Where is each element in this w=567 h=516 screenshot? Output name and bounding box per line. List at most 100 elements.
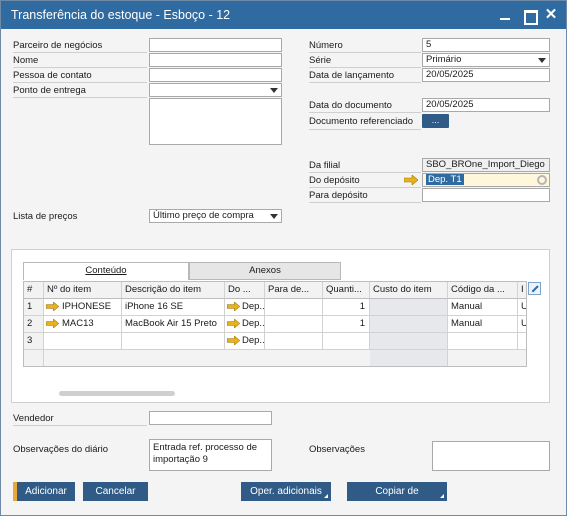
to-warehouse-cell[interactable] [265, 316, 323, 333]
quantity-cell[interactable]: 1 [323, 316, 370, 333]
item-cost-cell [370, 333, 448, 350]
from-warehouse-cell[interactable]: Dep... [225, 299, 265, 316]
row-divider [13, 97, 147, 98]
column-header[interactable]: Do ... [225, 282, 265, 299]
item-number-cell[interactable]: IPHONESE [44, 299, 122, 316]
to-warehouse-field[interactable] [422, 188, 550, 202]
row-divider [309, 129, 421, 130]
minimize-icon[interactable] [497, 7, 513, 23]
row-number[interactable]: 3 [24, 333, 44, 350]
row-number[interactable]: 2 [24, 316, 44, 333]
remarks-field[interactable] [432, 441, 550, 471]
tab-contents[interactable]: Conteúdo [23, 262, 189, 280]
item-cost-cell [370, 316, 448, 333]
price-list-label: Lista de preços [13, 211, 78, 222]
link-arrow-icon[interactable] [404, 175, 418, 185]
from-warehouse-cell-value: Dep... [242, 301, 265, 312]
column-header[interactable]: Quanti... [323, 282, 370, 299]
ship-to-select[interactable] [149, 83, 282, 97]
maximize-icon[interactable] [521, 7, 538, 25]
from-warehouse-cell-value: Dep... [242, 318, 265, 329]
contact-person-field[interactable] [149, 68, 282, 82]
item-cost-cell [370, 299, 448, 316]
price-list-select[interactable]: Último preço de compra [149, 209, 282, 223]
copy-from-label: Copiar de [375, 486, 419, 497]
column-header[interactable]: Descrição do item [122, 282, 225, 299]
corner-arrow-icon [324, 494, 328, 498]
cancel-button[interactable]: Cancelar [83, 482, 148, 501]
column-header[interactable]: Nº do item [44, 282, 122, 299]
horizontal-scrollbar[interactable] [59, 391, 175, 396]
row-number-filler [24, 350, 44, 366]
more-operations-label: Oper. adicionais [250, 486, 322, 497]
link-arrow-icon[interactable] [227, 319, 240, 328]
sales-employee-field[interactable] [149, 411, 272, 425]
ref-document-button[interactable]: ... [422, 114, 449, 128]
close-icon[interactable]: ✕ [543, 7, 559, 23]
item-description-cell[interactable]: MacBook Air 15 Preto [122, 316, 225, 333]
row-divider [309, 82, 421, 83]
series-select[interactable]: Primário [422, 53, 550, 67]
column-header[interactable]: Para de... [265, 282, 323, 299]
row-divider [309, 172, 421, 173]
tab-attachments[interactable]: Anexos [189, 262, 341, 280]
row-divider [13, 52, 147, 53]
title-bar[interactable]: Transferência do estoque - Esboço - 12 ✕ [1, 1, 566, 29]
name-field[interactable] [149, 53, 282, 67]
dropdown-icon [270, 214, 278, 219]
contact-person-label: Pessoa de contato [13, 70, 92, 81]
column-header[interactable]: # [24, 282, 44, 299]
items-grid: # Nº do item Descrição do item Do ... Pa… [23, 281, 527, 367]
document-date-value: 20/05/2025 [426, 99, 474, 110]
link-arrow-icon[interactable] [46, 319, 59, 328]
code-cell[interactable]: Manual [448, 316, 518, 333]
quantity-cell[interactable]: 1 [323, 299, 370, 316]
code-cell[interactable]: Manual [448, 299, 518, 316]
number-label: Número [309, 40, 343, 51]
code-cell[interactable] [448, 333, 518, 350]
expand-icon[interactable] [528, 282, 541, 295]
series-label: Série [309, 55, 332, 66]
from-branch-field[interactable]: SBO_BROne_Import_Diego [422, 158, 550, 172]
item-description-cell[interactable]: iPhone 16 SE [122, 299, 225, 316]
tab-attachments-label: Anexos [249, 265, 281, 276]
posting-date-field[interactable]: 20/05/2025 [422, 68, 550, 82]
number-field[interactable]: 5 [422, 38, 550, 52]
to-warehouse-cell[interactable] [265, 333, 323, 350]
column-header[interactable]: Custo do item [370, 282, 448, 299]
gear-icon[interactable] [537, 175, 547, 185]
stock-transfer-window: Transferência do estoque - Esboço - 12 ✕… [0, 0, 567, 516]
journal-remarks-label: Observações do diário [13, 444, 109, 455]
from-warehouse-field[interactable]: Dep. T1 [422, 173, 550, 187]
item-number-value: MAC13 [62, 318, 94, 329]
link-arrow-icon[interactable] [227, 302, 240, 311]
copy-from-button[interactable]: Copiar de [347, 482, 447, 501]
extra-cell[interactable] [518, 333, 526, 350]
row-divider [13, 425, 147, 426]
extra-cell[interactable]: U [518, 316, 526, 333]
column-header[interactable]: Código da ... [448, 282, 518, 299]
more-operations-button[interactable]: Oper. adicionais [241, 482, 331, 501]
item-number-cell[interactable] [44, 333, 122, 350]
business-partner-label: Parceiro de negócios [13, 40, 103, 51]
add-button[interactable]: Adicionar [13, 482, 75, 501]
row-number[interactable]: 1 [24, 299, 44, 316]
quantity-cell[interactable] [323, 333, 370, 350]
ship-to-address[interactable] [149, 98, 282, 145]
to-warehouse-cell[interactable] [265, 299, 323, 316]
business-partner-field[interactable] [149, 38, 282, 52]
journal-remarks-field[interactable]: Entrada ref. processo de importação 9 [149, 439, 272, 471]
link-arrow-icon[interactable] [46, 302, 59, 311]
document-date-field[interactable]: 20/05/2025 [422, 98, 550, 112]
number-value: 5 [426, 39, 432, 50]
item-number-cell[interactable]: MAC13 [44, 316, 122, 333]
corner-arrow-icon [440, 494, 444, 498]
from-warehouse-cell[interactable]: Dep... [225, 333, 265, 350]
row-divider [13, 82, 147, 83]
price-list-value: Último preço de compra [153, 210, 254, 221]
column-header[interactable]: I [518, 282, 526, 299]
link-arrow-icon[interactable] [227, 336, 240, 345]
item-description-cell[interactable] [122, 333, 225, 350]
from-warehouse-cell[interactable]: Dep... [225, 316, 265, 333]
extra-cell[interactable]: U [518, 299, 526, 316]
